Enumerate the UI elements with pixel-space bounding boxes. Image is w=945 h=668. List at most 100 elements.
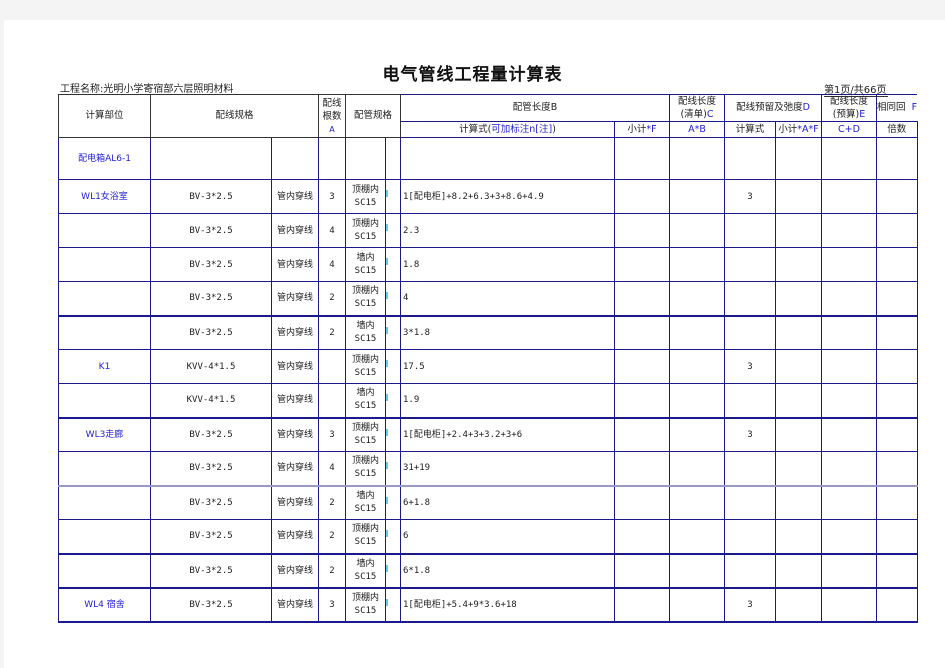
cell-location[interactable] <box>58 484 151 520</box>
cell-reserve-subtotal[interactable] <box>775 416 822 452</box>
cell-pipe-spec[interactable]: 墙内 SC15 <box>345 315 386 350</box>
cell-wire-method[interactable]: 管内穿线 <box>271 451 319 486</box>
cell-cd[interactable] <box>821 281 877 317</box>
cell-pipe-spec[interactable]: 顶棚内 SC15 <box>345 213 386 248</box>
cell-reserve-calc[interactable] <box>724 519 776 555</box>
cell-multiple[interactable] <box>876 179 918 214</box>
cell-pipe-spec[interactable]: 墙内 SC15 <box>345 383 386 419</box>
cell-pipe-spec[interactable]: 顶棚内 SC15 <box>345 179 386 214</box>
cell-wire-count[interactable]: 2 <box>318 281 346 317</box>
cell-wire-spec[interactable]: BV-3*2.5 <box>150 281 272 317</box>
cell-axb[interactable] <box>669 587 725 623</box>
cell-axb[interactable] <box>669 213 725 248</box>
cell-pipe-spec[interactable]: 顶棚内 SC15 <box>345 349 386 384</box>
cell-wire-spec[interactable]: BV-3*2.5 <box>150 179 272 214</box>
cell-formula[interactable]: 6+1.8 <box>400 484 615 520</box>
cell-axb[interactable] <box>669 383 725 419</box>
cell-wire-spec[interactable]: BV-3*2.5 <box>150 484 272 520</box>
cell-wire-method[interactable]: 管内穿线 <box>271 519 319 555</box>
cell-multiple[interactable] <box>876 383 918 419</box>
cell-wire-method[interactable]: 管内穿线 <box>271 247 319 282</box>
cell-cd[interactable] <box>821 383 877 419</box>
cell-wire-spec[interactable]: BV-3*2.5 <box>150 451 272 486</box>
cell-cd[interactable] <box>821 587 877 623</box>
cell-location[interactable]: WL1女浴室 <box>58 179 151 214</box>
cell-marker[interactable] <box>385 315 401 350</box>
cell-wire-method[interactable]: 管内穿线 <box>271 349 319 384</box>
cell-pipe-spec[interactable]: 顶棚内 SC15 <box>345 587 386 623</box>
cell-pipe-spec[interactable]: 墙内 SC15 <box>345 484 386 520</box>
cell-cd[interactable] <box>821 553 877 589</box>
cell-axb[interactable] <box>669 451 725 486</box>
cell-subtotal[interactable] <box>614 484 670 520</box>
cell-pipe-spec[interactable]: 顶棚内 SC15 <box>345 281 386 317</box>
cell-wire-count[interactable] <box>318 137 346 180</box>
cell-cd[interactable] <box>821 179 877 214</box>
cell-subtotal[interactable] <box>614 179 670 214</box>
cell-marker[interactable] <box>385 383 401 419</box>
cell-multiple[interactable] <box>876 553 918 589</box>
cell-axb[interactable] <box>669 247 725 282</box>
cell-wire-count[interactable] <box>318 349 346 384</box>
cell-wire-method[interactable]: 管内穿线 <box>271 383 319 419</box>
cell-marker[interactable] <box>385 416 401 452</box>
cell-formula[interactable]: 1.8 <box>400 247 615 282</box>
cell-cd[interactable] <box>821 519 877 555</box>
cell-location[interactable] <box>58 451 151 486</box>
cell-reserve-subtotal[interactable] <box>775 247 822 282</box>
cell-reserve-calc[interactable] <box>724 213 776 248</box>
cell-wire-method[interactable]: 管内穿线 <box>271 587 319 623</box>
cell-subtotal[interactable] <box>614 213 670 248</box>
cell-wire-count[interactable]: 3 <box>318 587 346 623</box>
cell-pipe-spec[interactable]: 顶棚内 SC15 <box>345 451 386 486</box>
cell-reserve-calc[interactable]: 3 <box>724 179 776 214</box>
cell-multiple[interactable] <box>876 587 918 623</box>
cell-reserve-calc[interactable]: 3 <box>724 349 776 384</box>
cell-wire-count[interactable]: 4 <box>318 247 346 282</box>
cell-wire-spec[interactable]: BV-3*2.5 <box>150 553 272 589</box>
cell-wire-method[interactable]: 管内穿线 <box>271 315 319 350</box>
cell-formula[interactable]: 1[配电柜]+8.2+6.3+3+8.6+4.9 <box>400 179 615 214</box>
cell-marker[interactable] <box>385 179 401 214</box>
cell-wire-count[interactable]: 2 <box>318 484 346 520</box>
cell-wire-count[interactable]: 3 <box>318 416 346 452</box>
cell-wire-spec[interactable]: BV-3*2.5 <box>150 416 272 452</box>
cell-pipe-spec[interactable]: 顶棚内 SC15 <box>345 519 386 555</box>
cell-reserve-calc[interactable]: 3 <box>724 416 776 452</box>
cell-reserve-calc[interactable] <box>724 553 776 589</box>
cell-formula[interactable]: 3*1.8 <box>400 315 615 350</box>
cell-axb[interactable] <box>669 484 725 520</box>
cell-cd[interactable] <box>821 137 877 180</box>
cell-formula[interactable]: 6*1.8 <box>400 553 615 589</box>
cell-reserve-calc[interactable] <box>724 315 776 350</box>
cell-location[interactable]: WL4 宿舍 <box>58 587 151 623</box>
cell-pipe-spec[interactable]: 墙内 SC15 <box>345 247 386 282</box>
cell-location[interactable] <box>58 213 151 248</box>
cell-wire-method[interactable] <box>271 137 319 180</box>
cell-marker[interactable] <box>385 451 401 486</box>
cell-multiple[interactable] <box>876 484 918 520</box>
cell-marker[interactable] <box>385 281 401 317</box>
cell-subtotal[interactable] <box>614 247 670 282</box>
cell-multiple[interactable] <box>876 213 918 248</box>
cell-multiple[interactable] <box>876 315 918 350</box>
cell-wire-spec[interactable] <box>150 137 272 180</box>
cell-reserve-calc[interactable] <box>724 451 776 486</box>
cell-axb[interactable] <box>669 416 725 452</box>
cell-multiple[interactable] <box>876 137 918 180</box>
cell-subtotal[interactable] <box>614 349 670 384</box>
cell-wire-spec[interactable]: BV-3*2.5 <box>150 213 272 248</box>
cell-reserve-subtotal[interactable] <box>775 519 822 555</box>
cell-subtotal[interactable] <box>614 451 670 486</box>
cell-location[interactable]: K1 <box>58 349 151 384</box>
cell-wire-spec[interactable]: BV-3*2.5 <box>150 315 272 350</box>
cell-subtotal[interactable] <box>614 137 670 180</box>
cell-axb[interactable] <box>669 315 725 350</box>
cell-wire-spec[interactable]: BV-3*2.5 <box>150 587 272 623</box>
cell-reserve-calc[interactable]: 3 <box>724 587 776 623</box>
cell-marker[interactable] <box>385 587 401 623</box>
cell-reserve-subtotal[interactable] <box>775 484 822 520</box>
cell-cd[interactable] <box>821 213 877 248</box>
cell-formula[interactable]: 1[配电柜]+2.4+3+3.2+3+6 <box>400 416 615 452</box>
cell-reserve-calc[interactable] <box>724 484 776 520</box>
